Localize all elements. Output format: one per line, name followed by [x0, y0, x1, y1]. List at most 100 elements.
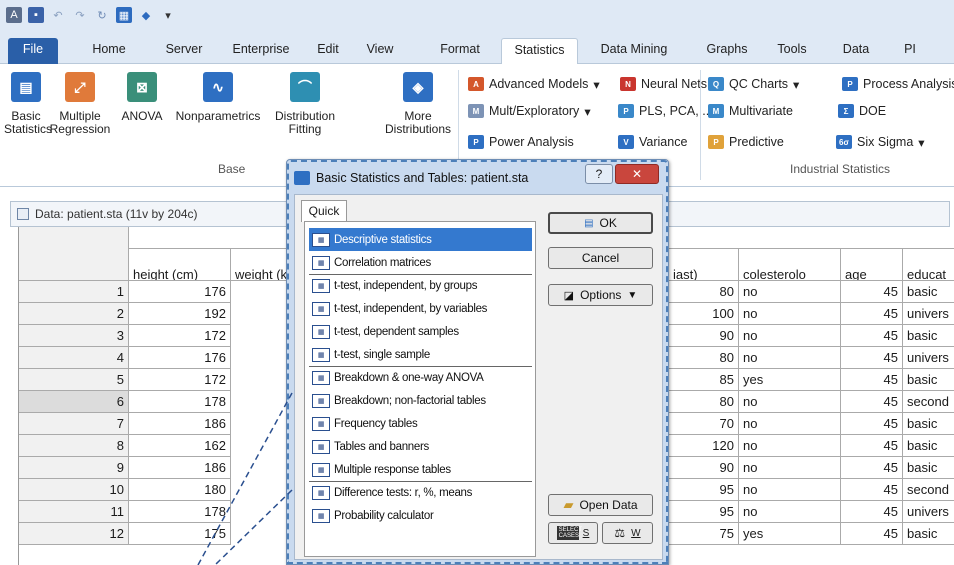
list-item[interactable]: ▦ t-test, single sample	[309, 343, 532, 366]
column-header-bp[interactable]: iast)	[669, 249, 739, 281]
toolbar-dropdown-icon[interactable]: ▾	[160, 7, 176, 23]
list-item[interactable]: ▦ Breakdown & one-way ANOVA	[309, 366, 532, 389]
refresh-icon[interactable]: ↻	[94, 7, 110, 23]
tab-data[interactable]: Data	[838, 38, 874, 64]
cell-colesterolo[interactable]: no	[739, 281, 841, 303]
process-analysis-button[interactable]: P Process Analysis	[842, 74, 954, 94]
row-header[interactable]: 4	[19, 347, 129, 369]
cell-education[interactable]: univers	[903, 303, 954, 325]
cell-education[interactable]: basic	[903, 325, 954, 347]
list-item[interactable]: ▦ Breakdown; non-factorial tables	[309, 389, 532, 412]
cell-colesterolo[interactable]: no	[739, 325, 841, 347]
customize-icon[interactable]: ◆	[138, 7, 154, 23]
cell-height[interactable]: 172	[129, 369, 231, 391]
column-header-height[interactable]: height (cm)	[129, 249, 231, 281]
close-button[interactable]: ✕	[615, 164, 659, 184]
cell-age[interactable]: 45	[841, 435, 903, 457]
column-header-colesterolo[interactable]: colesterolo	[739, 249, 841, 281]
list-item[interactable]: ▦ Probability calculator	[309, 504, 532, 527]
cell-age[interactable]: 45	[841, 369, 903, 391]
cell-age[interactable]: 45	[841, 325, 903, 347]
cell-age[interactable]: 45	[841, 281, 903, 303]
mult-exploratory-button[interactable]: M Mult/Exploratory ▾	[468, 101, 591, 121]
cell-colesterolo[interactable]: no	[739, 391, 841, 413]
tab-enterprise[interactable]: Enterprise	[226, 38, 296, 64]
list-item[interactable]: ▦ t-test, independent, by variables	[309, 297, 532, 320]
cell-education[interactable]: univers	[903, 347, 954, 369]
ok-button[interactable]: ▤ OK	[548, 212, 653, 234]
cell-colesterolo[interactable]: no	[739, 347, 841, 369]
help-button[interactable]: ?	[585, 164, 613, 184]
cell-bp[interactable]: 80	[669, 347, 739, 369]
tab-statistics[interactable]: Statistics	[501, 38, 578, 64]
row-header[interactable]: 2	[19, 303, 129, 325]
tab-graphs[interactable]: Graphs	[702, 38, 752, 64]
row-header[interactable]: 5	[19, 369, 129, 391]
tab-quick[interactable]: Quick	[301, 200, 347, 222]
anova-button[interactable]: ⊠ ANOVA	[114, 72, 170, 123]
tab-server[interactable]: Server	[158, 38, 210, 64]
variance-button[interactable]: V Variance	[618, 132, 687, 152]
column-header-education[interactable]: educat	[903, 249, 954, 281]
cell-height[interactable]: 176	[129, 281, 231, 303]
tab-edit[interactable]: Edit	[310, 38, 346, 64]
cell-education[interactable]: univers	[903, 501, 954, 523]
tab-tools[interactable]: Tools	[772, 38, 812, 64]
cell-height[interactable]: 162	[129, 435, 231, 457]
cell-height[interactable]: 178	[129, 501, 231, 523]
list-item[interactable]: ▦ Difference tests: r, %, means	[309, 481, 532, 504]
cell-education[interactable]: second	[903, 479, 954, 501]
list-item[interactable]: ▦ t-test, independent, by groups	[309, 274, 532, 297]
qc-charts-button[interactable]: Q QC Charts ▾	[708, 74, 799, 94]
dialog-titlebar[interactable]: Basic Statistics and Tables: patient.sta	[294, 166, 528, 190]
list-item[interactable]: ▦ Multiple response tables	[309, 458, 532, 481]
cell-age[interactable]: 45	[841, 457, 903, 479]
cell-education[interactable]: basic	[903, 369, 954, 391]
cell-bp[interactable]: 90	[669, 457, 739, 479]
tab-pi[interactable]: PI	[900, 38, 920, 64]
multivariate-button[interactable]: M Multivariate	[708, 101, 793, 121]
advanced-models-button[interactable]: A Advanced Models ▾	[468, 74, 600, 94]
cell-education[interactable]: second	[903, 391, 954, 413]
cell-height[interactable]: 192	[129, 303, 231, 325]
row-header[interactable]: 6	[19, 391, 129, 413]
cell-age[interactable]: 45	[841, 501, 903, 523]
predictive-button[interactable]: P Predictive	[708, 132, 784, 152]
list-item[interactable]: ▦ Correlation matrices	[309, 251, 532, 274]
cancel-button[interactable]: Cancel	[548, 247, 653, 269]
row-header[interactable]: 11	[19, 501, 129, 523]
six-sigma-button[interactable]: 6σ Six Sigma ▾	[836, 132, 925, 152]
open-data-button[interactable]: ▰ Open Data	[548, 494, 653, 516]
cell-age[interactable]: 45	[841, 523, 903, 545]
row-header[interactable]: 7	[19, 413, 129, 435]
row-header[interactable]: 1	[19, 281, 129, 303]
tab-home[interactable]: Home	[86, 38, 132, 64]
select-cases-button[interactable]: SELECT CASES S	[548, 522, 598, 544]
cell-bp[interactable]: 80	[669, 391, 739, 413]
cell-height[interactable]: 186	[129, 457, 231, 479]
new-sheet-icon[interactable]: ▦	[116, 7, 132, 23]
cell-colesterolo[interactable]: no	[739, 303, 841, 325]
cell-education[interactable]: basic	[903, 457, 954, 479]
row-header[interactable]: 3	[19, 325, 129, 347]
cell-age[interactable]: 45	[841, 413, 903, 435]
cell-age[interactable]: 45	[841, 347, 903, 369]
basic-statistics-button[interactable]: ▤ Basic Statistics	[4, 72, 52, 136]
cell-age[interactable]: 45	[841, 303, 903, 325]
cell-height[interactable]: 172	[129, 325, 231, 347]
cell-bp[interactable]: 70	[669, 413, 739, 435]
tab-file[interactable]: File	[8, 38, 58, 64]
cell-bp[interactable]: 95	[669, 479, 739, 501]
cell-colesterolo[interactable]: no	[739, 501, 841, 523]
neural-nets-button[interactable]: N Neural Nets	[620, 74, 707, 94]
list-item[interactable]: ▦ Tables and banners	[309, 435, 532, 458]
cell-height[interactable]: 175	[129, 523, 231, 545]
cell-height[interactable]: 178	[129, 391, 231, 413]
cell-age[interactable]: 45	[841, 391, 903, 413]
options-button[interactable]: ◪ Options ▼	[548, 284, 653, 306]
cell-colesterolo[interactable]: yes	[739, 369, 841, 391]
cell-height[interactable]: 186	[129, 413, 231, 435]
cell-height[interactable]: 180	[129, 479, 231, 501]
cell-education[interactable]: basic	[903, 523, 954, 545]
list-item[interactable]: ▦ Descriptive statistics	[309, 228, 532, 251]
